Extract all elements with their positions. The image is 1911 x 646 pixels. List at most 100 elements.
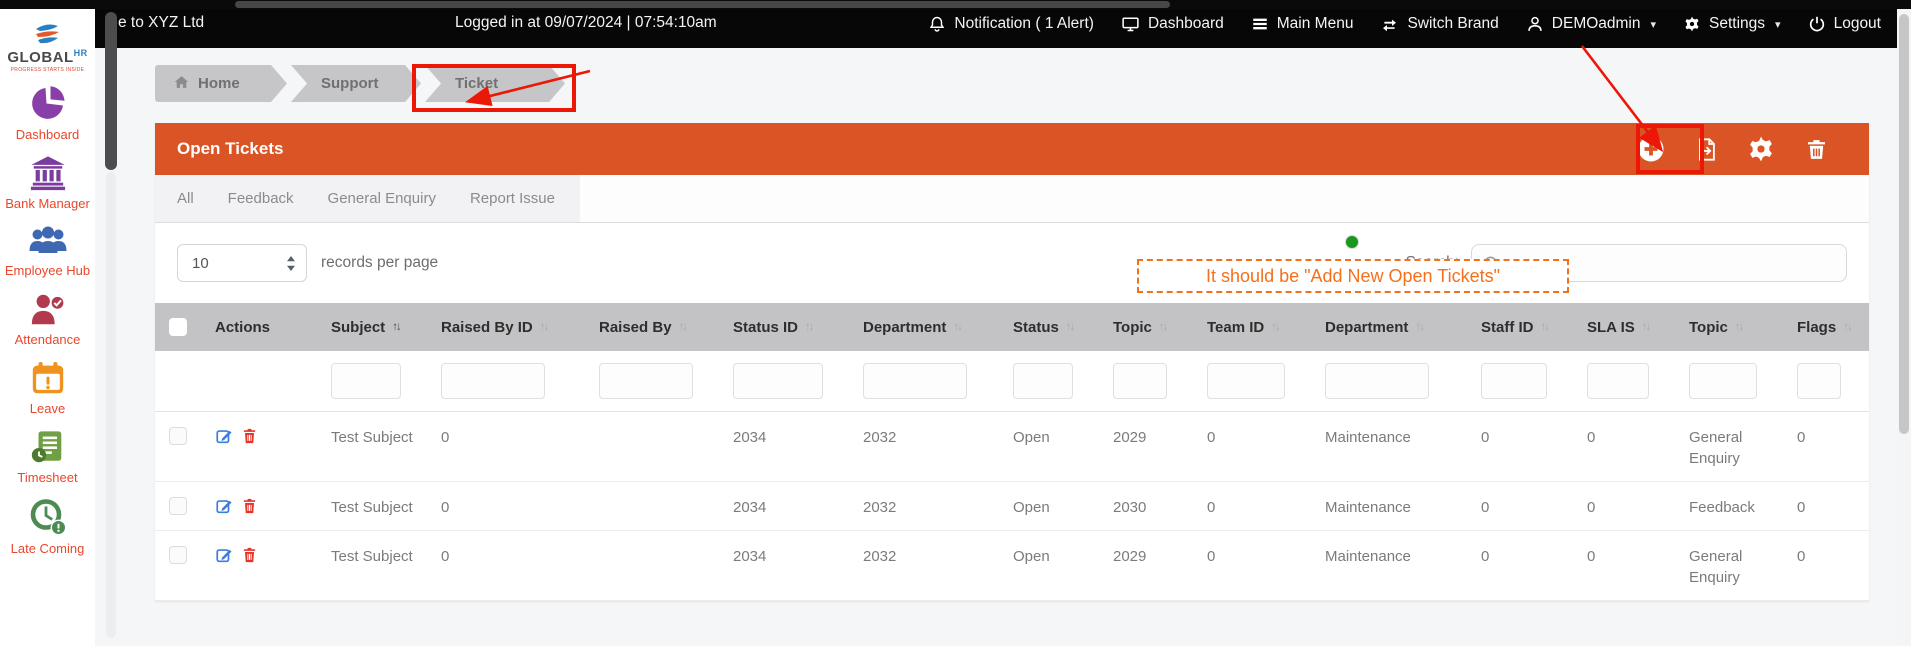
sidebar-scrollbar-thumb[interactable] [105, 12, 117, 170]
sidebar-scrollbar-track[interactable] [106, 172, 116, 638]
chevron-down-icon: ▾ [1651, 18, 1657, 31]
tab-all[interactable]: All [177, 190, 194, 207]
column-filter-input-status[interactable] [1013, 363, 1073, 399]
topbar-item-switch-brand[interactable]: Switch Brand [1380, 15, 1498, 33]
sort-arrows-icon[interactable]: ↑↓ [953, 321, 961, 333]
column-header-inner: Department↑↓ [1325, 319, 1463, 336]
page-scrollbar-thumb[interactable] [1899, 14, 1909, 434]
topbar-item-label: DEMOadmin [1552, 15, 1641, 33]
tabs-row: All Feedback General Enquiry Report Issue [155, 175, 1869, 223]
table-cell: 0 [1469, 482, 1575, 531]
sidebar-item-leave[interactable]: Leave [0, 359, 95, 417]
records-per-page-select[interactable]: 10 [177, 244, 307, 282]
globalhr-logo: GLOBALHR PROGRESS STARTS INSIDE [7, 21, 87, 73]
table-header-row: ActionsSubject↑↓Raised By ID↑↓Raised By↑… [155, 303, 1869, 351]
sort-arrows-icon[interactable]: ↑↓ [679, 321, 687, 333]
column-header-inner: Raised By ID↑↓ [441, 319, 581, 336]
column-filter-input-raised-by-id[interactable] [441, 363, 545, 399]
column-filter-input-raised-by[interactable] [599, 363, 693, 399]
sort-arrows-icon[interactable]: ↑↓ [1066, 321, 1074, 333]
app-screen: e to XYZ Ltd Logged in at 09/07/2024 | 0… [0, 0, 1911, 646]
row-checkbox[interactable] [169, 497, 187, 515]
column-header-label: Topic [1113, 319, 1152, 336]
column-header-inner: Status ID↑↓ [733, 319, 845, 336]
sidebar-item-employee-hub[interactable]: Employee Hub [0, 223, 95, 279]
column-filter-input-staff-id[interactable] [1481, 363, 1547, 399]
sort-arrows-icon[interactable]: ↑↓ [1541, 321, 1549, 333]
sort-arrows-icon[interactable]: ↑↓ [1642, 321, 1650, 333]
column-header-label: Team ID [1207, 319, 1264, 336]
column-header-label: Raised By [599, 319, 672, 336]
filter-cell [429, 351, 587, 412]
sort-arrows-icon[interactable]: ↑↓ [1415, 321, 1423, 333]
table-cell: Maintenance [1313, 482, 1469, 531]
company-name: e to XYZ Ltd [118, 14, 204, 32]
annotation-note-text: It should be "Add New Open Tickets" [1206, 266, 1500, 287]
sort-arrows-icon[interactable]: ↑↓ [540, 321, 548, 333]
sort-arrows-icon[interactable]: ↑↓ [805, 321, 813, 333]
tab-report-issue[interactable]: Report Issue [470, 190, 555, 207]
column-header-status: Status↑↓ [1001, 303, 1101, 351]
add-button[interactable] [1636, 134, 1666, 164]
table-row: Test Subject020342032Open20290Maintenanc… [155, 412, 1869, 482]
table-cell: 0 [1469, 531, 1575, 601]
column-header-inner: Status↑↓ [1013, 319, 1095, 336]
column-filter-input-team-id[interactable] [1207, 363, 1285, 399]
column-filter-input-topic[interactable] [1113, 363, 1167, 399]
sidebar-item-dashboard[interactable]: Dashboard [0, 83, 95, 143]
tab-feedback[interactable]: Feedback [228, 190, 294, 207]
delete-row-button[interactable] [242, 497, 257, 515]
row-checkbox[interactable] [169, 427, 187, 445]
breadcrumb-item-support[interactable]: Support [291, 65, 421, 102]
sidebar-item-bank-manager[interactable]: Bank Manager [0, 154, 95, 212]
sidebar-item-late-coming[interactable]: Late Coming [0, 497, 95, 557]
horizontal-scrollbar[interactable] [0, 0, 1911, 9]
user-icon [1526, 15, 1544, 33]
column-header-inner: Department↑↓ [863, 319, 995, 336]
column-header-inner: Flags↑↓ [1797, 319, 1863, 336]
row-checkbox[interactable] [169, 546, 187, 564]
tab-general-enquiry[interactable]: General Enquiry [328, 190, 436, 207]
filter-cell [1469, 351, 1575, 412]
select-all-checkbox[interactable] [169, 318, 187, 336]
column-filter-input-department[interactable] [863, 363, 967, 399]
sidebar-item-attendance[interactable]: Attendance [0, 290, 95, 348]
export-button[interactable] [1691, 134, 1721, 164]
sidebar-item-timesheet[interactable]: Timesheet [0, 428, 95, 486]
column-filter-input-topic[interactable] [1689, 363, 1757, 399]
settings-button[interactable] [1746, 134, 1776, 164]
sort-arrows-icon[interactable]: ↑↓ [1843, 321, 1851, 333]
sort-arrows-icon[interactable]: ↑↓ [1735, 321, 1743, 333]
topbar-item-demoadmin[interactable]: DEMOadmin ▾ [1526, 15, 1656, 33]
delete-row-button[interactable] [242, 546, 257, 564]
topbar-item-dashboard[interactable]: Dashboard [1121, 15, 1224, 33]
table-cell: Open [1001, 482, 1101, 531]
column-filter-input-subject[interactable] [331, 363, 401, 399]
horizontal-scrollbar-thumb[interactable] [235, 1, 1170, 8]
table-cell: Open [1001, 531, 1101, 601]
column-filter-input-flags[interactable] [1797, 363, 1841, 399]
sort-arrows-icon[interactable]: ↑↓ [1159, 321, 1167, 333]
table-cell: 0 [429, 482, 587, 531]
edit-button[interactable] [215, 546, 233, 564]
sort-arrows-icon[interactable]: ↑↓ [392, 321, 400, 333]
topbar-item-settings[interactable]: Settings▾ [1683, 15, 1781, 33]
column-filter-input-sla-is[interactable] [1587, 363, 1649, 399]
column-header-label: Actions [215, 319, 270, 336]
topbar-item-notification-1-alert[interactable]: Notification ( 1 Alert) [928, 15, 1094, 33]
logo-hr-sup: HR [74, 48, 88, 58]
row-checkbox-cell [155, 531, 203, 601]
topbar-item-main-menu[interactable]: Main Menu [1251, 15, 1354, 33]
edit-button[interactable] [215, 497, 233, 515]
delete-row-button[interactable] [242, 427, 257, 445]
sort-arrows-icon[interactable]: ↑↓ [1271, 321, 1279, 333]
edit-button[interactable] [215, 427, 233, 445]
column-filter-input-status-id[interactable] [733, 363, 823, 399]
delete-button[interactable] [1801, 134, 1831, 164]
filter-cell [721, 351, 851, 412]
breadcrumb-item-home[interactable]: Home [155, 65, 287, 102]
column-filter-input-department[interactable] [1325, 363, 1429, 399]
breadcrumb-item-ticket[interactable]: Ticket [425, 65, 565, 102]
table-cell: 0 [1785, 531, 1869, 601]
topbar-item-logout[interactable]: Logout [1808, 15, 1881, 33]
